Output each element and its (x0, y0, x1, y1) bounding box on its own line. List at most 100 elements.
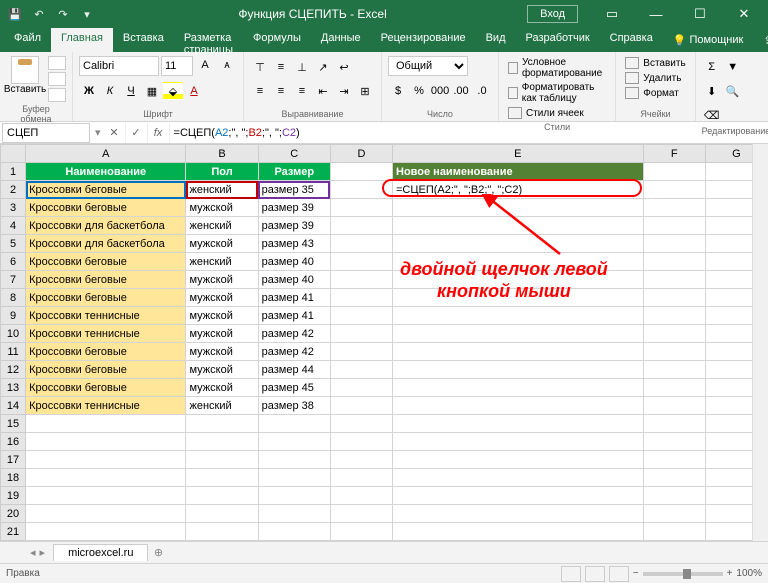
row-header[interactable]: 18 (1, 469, 26, 487)
cell[interactable]: размер 45 (258, 379, 330, 397)
close-icon[interactable]: ✕ (724, 0, 764, 28)
align-left-icon[interactable]: ≡ (250, 82, 270, 100)
cell[interactable] (330, 325, 392, 343)
row-header[interactable]: 21 (1, 523, 26, 541)
cell[interactable]: женский (186, 253, 258, 271)
col-header[interactable]: A (26, 145, 186, 163)
paste-button[interactable]: Вставить (6, 56, 44, 95)
add-sheet-icon[interactable]: ⊕ (148, 546, 168, 559)
cell[interactable]: Кроссовки беговые (26, 361, 186, 379)
sort-filter-icon[interactable]: ▼ (723, 58, 743, 76)
row-header[interactable]: 2 (1, 181, 26, 199)
fill-icon[interactable]: ⬇ (702, 82, 722, 100)
fill-color-button[interactable]: ⬙ (163, 82, 183, 100)
cell[interactable]: мужской (186, 289, 258, 307)
select-all-corner[interactable] (1, 145, 26, 163)
cell[interactable] (643, 379, 705, 397)
share-button[interactable]: ⇪Поделиться (753, 28, 768, 52)
cell[interactable]: размер 43 (258, 235, 330, 253)
cancel-formula-icon[interactable]: ✕ (104, 123, 126, 143)
zoom-in-icon[interactable]: + (727, 568, 733, 579)
row-header[interactable]: 11 (1, 343, 26, 361)
number-format-select[interactable]: Общий (388, 56, 468, 76)
redo-icon[interactable]: ↷ (52, 3, 74, 25)
cell[interactable] (186, 451, 258, 469)
cell[interactable]: женский (186, 217, 258, 235)
cell[interactable]: Кроссовки теннисные (26, 325, 186, 343)
cell[interactable] (393, 253, 644, 271)
cell[interactable] (330, 469, 392, 487)
conditional-formatting-button[interactable]: Условное форматирование (505, 56, 609, 80)
merge-icon[interactable]: ⊞ (355, 82, 375, 100)
align-right-icon[interactable]: ≡ (292, 82, 312, 100)
cell[interactable]: размер 40 (258, 253, 330, 271)
cell[interactable]: размер 41 (258, 307, 330, 325)
cell[interactable]: размер 39 (258, 199, 330, 217)
cell[interactable] (330, 181, 392, 199)
cell[interactable] (643, 415, 705, 433)
cell[interactable] (330, 379, 392, 397)
undo-icon[interactable]: ↶ (28, 3, 50, 25)
cell[interactable] (643, 487, 705, 505)
cell[interactable] (643, 433, 705, 451)
tab-developer[interactable]: Разработчик (516, 28, 600, 52)
cell[interactable] (393, 325, 644, 343)
decrease-font-icon[interactable]: ᴀ (217, 56, 237, 74)
insert-cells-button[interactable]: Вставить (622, 56, 688, 70)
cell[interactable] (258, 469, 330, 487)
cell[interactable] (643, 523, 705, 541)
cell[interactable] (26, 433, 186, 451)
minimize-icon[interactable]: — (636, 0, 676, 28)
cell[interactable]: Кроссовки теннисные (26, 307, 186, 325)
row-header[interactable]: 10 (1, 325, 26, 343)
cell[interactable] (643, 253, 705, 271)
cell[interactable] (330, 397, 392, 415)
cell[interactable]: Кроссовки беговые (26, 253, 186, 271)
spreadsheet-grid[interactable]: A B C D E F G 1 Наименование Пол Размер … (0, 144, 768, 541)
sheet-nav-next-icon[interactable]: ▸ (40, 546, 46, 559)
align-top-icon[interactable]: ⊤ (250, 58, 270, 76)
cell[interactable] (393, 307, 644, 325)
cell[interactable]: Кроссовки беговые (26, 289, 186, 307)
font-name-input[interactable] (79, 56, 159, 76)
cell[interactable] (330, 343, 392, 361)
cell[interactable] (258, 487, 330, 505)
row-header[interactable]: 4 (1, 217, 26, 235)
row-header[interactable]: 1 (1, 163, 26, 181)
cell[interactable] (393, 397, 644, 415)
fx-icon[interactable]: fx (148, 123, 170, 143)
cell[interactable] (330, 487, 392, 505)
cell[interactable]: размер 40 (258, 271, 330, 289)
cell[interactable] (643, 451, 705, 469)
cell[interactable] (186, 487, 258, 505)
row-header[interactable]: 17 (1, 451, 26, 469)
tab-help[interactable]: Справка (600, 28, 663, 52)
cell[interactable] (643, 163, 705, 181)
tab-insert[interactable]: Вставка (113, 28, 174, 52)
cell[interactable] (258, 415, 330, 433)
cell[interactable] (26, 523, 186, 541)
cell[interactable]: Кроссовки беговые (26, 271, 186, 289)
italic-button[interactable]: К (100, 82, 120, 100)
increase-font-icon[interactable]: A (195, 56, 215, 74)
row-header[interactable]: 9 (1, 307, 26, 325)
cell[interactable] (643, 343, 705, 361)
cell[interactable] (330, 199, 392, 217)
align-center-icon[interactable]: ≡ (271, 82, 291, 100)
font-size-input[interactable] (161, 56, 193, 76)
cell[interactable] (330, 289, 392, 307)
cell[interactable]: мужской (186, 325, 258, 343)
cell[interactable] (330, 361, 392, 379)
cell[interactable]: женский (186, 397, 258, 415)
cell[interactable] (643, 199, 705, 217)
sheet-tab[interactable]: microexcel.ru (53, 544, 148, 561)
cell[interactable] (643, 307, 705, 325)
cell[interactable] (393, 379, 644, 397)
cell[interactable] (393, 361, 644, 379)
normal-view-icon[interactable] (561, 566, 581, 582)
row-header[interactable]: 3 (1, 199, 26, 217)
row-header[interactable]: 7 (1, 271, 26, 289)
cell-styles-button[interactable]: Стили ячеек (505, 106, 587, 120)
cell[interactable]: размер 41 (258, 289, 330, 307)
cell[interactable] (258, 433, 330, 451)
